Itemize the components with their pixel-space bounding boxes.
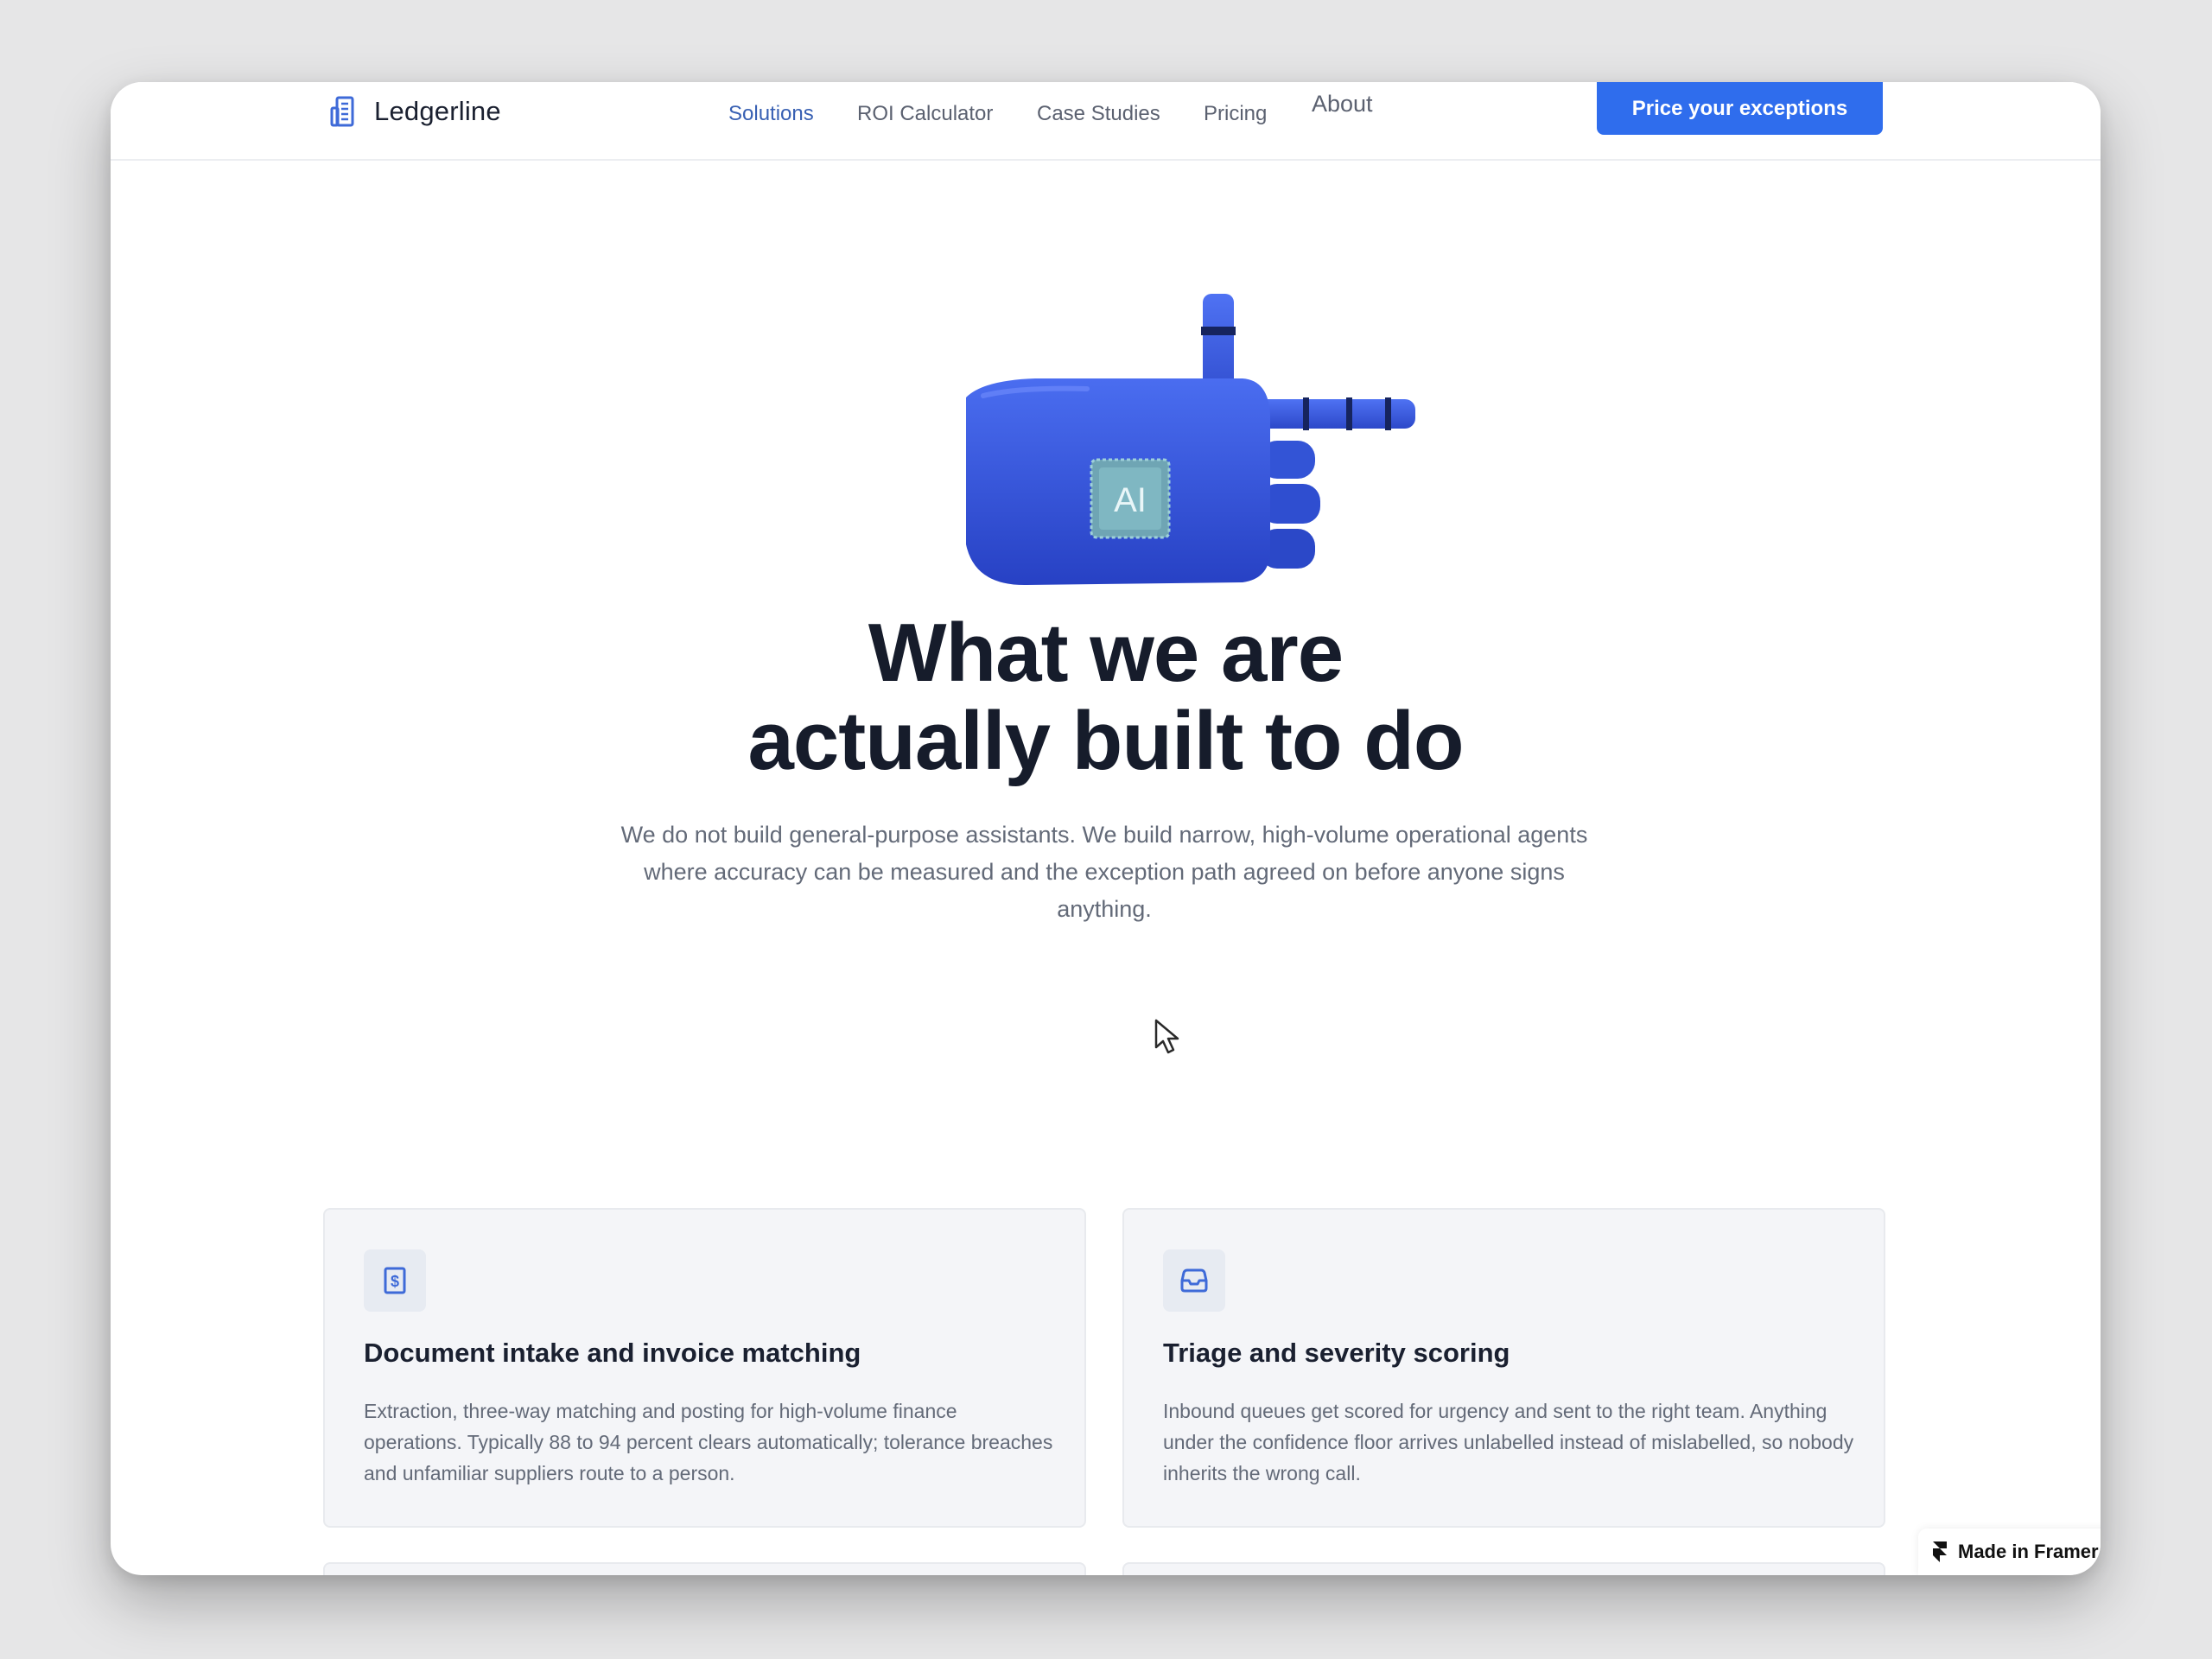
brand-logo[interactable]: Ledgerline: [329, 87, 501, 136]
inbox-icon: [1180, 1268, 1208, 1293]
svg-text:$: $: [391, 1273, 399, 1290]
card-title: Document intake and invoice matching: [364, 1338, 861, 1368]
page-title: What we are actually built to do: [111, 609, 2101, 785]
card-invoice-matching: $ Document intake and invoice matching E…: [323, 1208, 1086, 1528]
brand-name: Ledgerline: [374, 96, 501, 126]
card-icon-container: [1163, 1249, 1225, 1312]
nav-roi-calculator[interactable]: ROI Calculator: [857, 102, 993, 126]
mouse-cursor-icon: [1154, 1019, 1179, 1054]
card-triage-scoring: Triage and severity scoring Inbound queu…: [1122, 1208, 1885, 1528]
card-icon-container: $: [364, 1249, 426, 1312]
card-partial: [1122, 1562, 1885, 1575]
building-icon: [330, 96, 354, 127]
nav-pricing[interactable]: Pricing: [1204, 102, 1267, 126]
card-partial: [323, 1562, 1086, 1575]
invoice-dollar-icon: $: [384, 1267, 406, 1294]
ai-chip-icon: AI: [1090, 458, 1171, 539]
made-in-framer-badge[interactable]: Made in Framer: [1918, 1529, 2101, 1575]
browser-window: Ledgerline Solutions ROI Calculator Case…: [111, 82, 2101, 1575]
page-title-line-1: What we are: [868, 607, 1344, 699]
card-title: Triage and severity scoring: [1163, 1338, 1510, 1368]
nav-case-studies[interactable]: Case Studies: [1037, 102, 1160, 126]
page-title-line-2: actually built to do: [747, 695, 1464, 787]
nav-about[interactable]: About: [1312, 91, 1373, 118]
hero-subtext: We do not build general-purpose assistan…: [620, 822, 1588, 922]
price-exceptions-button[interactable]: Price your exceptions: [1597, 82, 1883, 135]
site-header: Ledgerline Solutions ROI Calculator Case…: [111, 82, 2101, 161]
card-body: Inbound queues get scored for urgency an…: [1163, 1400, 1854, 1484]
nav-solutions[interactable]: Solutions: [728, 102, 814, 126]
ai-chip-label: AI: [1114, 481, 1147, 519]
framer-logo-icon: [1933, 1541, 1947, 1562]
card-body: Extraction, three-way matching and posti…: [364, 1400, 1053, 1484]
badge-label: Made in Framer: [1958, 1541, 2099, 1562]
